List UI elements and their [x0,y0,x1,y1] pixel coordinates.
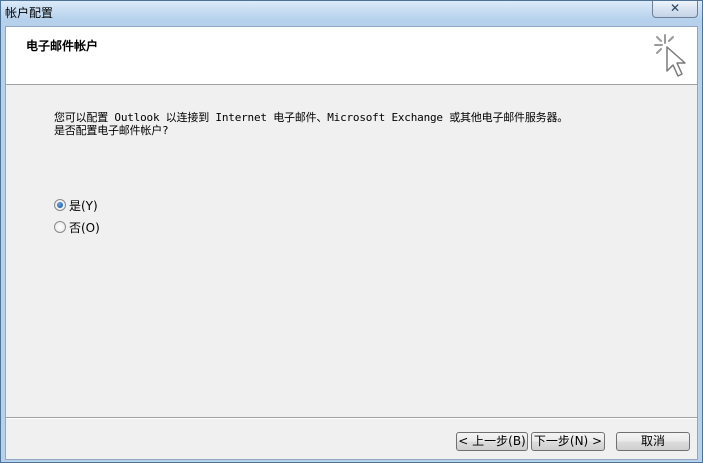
next-button[interactable]: 下一步(N) > [531,432,605,451]
radio-yes-label[interactable]: 是(Y) [69,197,98,214]
footer-separator [6,417,697,419]
account-config-window: 帐户配置 ✕ 电子邮件帐户 您可以配置 Outlook 以连接到 Interne… [0,0,703,463]
radio-no-label[interactable]: 否(O) [69,219,100,236]
close-button[interactable]: ✕ [652,1,698,18]
question-text: 您可以配置 Outlook 以连接到 Internet 电子邮件、Microso… [54,111,568,137]
wizard-client-area: 电子邮件帐户 您可以配置 Outlook 以连接到 Internet 电子邮件、… [5,26,698,460]
title-bar[interactable]: 帐户配置 ✕ [1,1,702,22]
cancel-button[interactable]: 取消 [616,432,690,451]
wizard-header: 电子邮件帐户 [6,27,697,85]
page-title: 电子邮件帐户 [26,39,99,53]
cursor-sparkle-icon [654,34,686,77]
radio-no[interactable] [54,221,66,233]
back-button[interactable]: < 上一步(B) [456,432,528,451]
radio-no-option[interactable]: 否(O) [54,219,100,235]
close-icon: ✕ [669,1,681,15]
radio-yes-option[interactable]: 是(Y) [54,197,98,213]
radio-yes[interactable] [54,199,66,211]
window-title: 帐户配置 [5,6,54,20]
question-line-2: 是否配置电子邮件帐户? [54,124,169,137]
question-line-1: 您可以配置 Outlook 以连接到 Internet 电子邮件、Microso… [54,111,569,124]
